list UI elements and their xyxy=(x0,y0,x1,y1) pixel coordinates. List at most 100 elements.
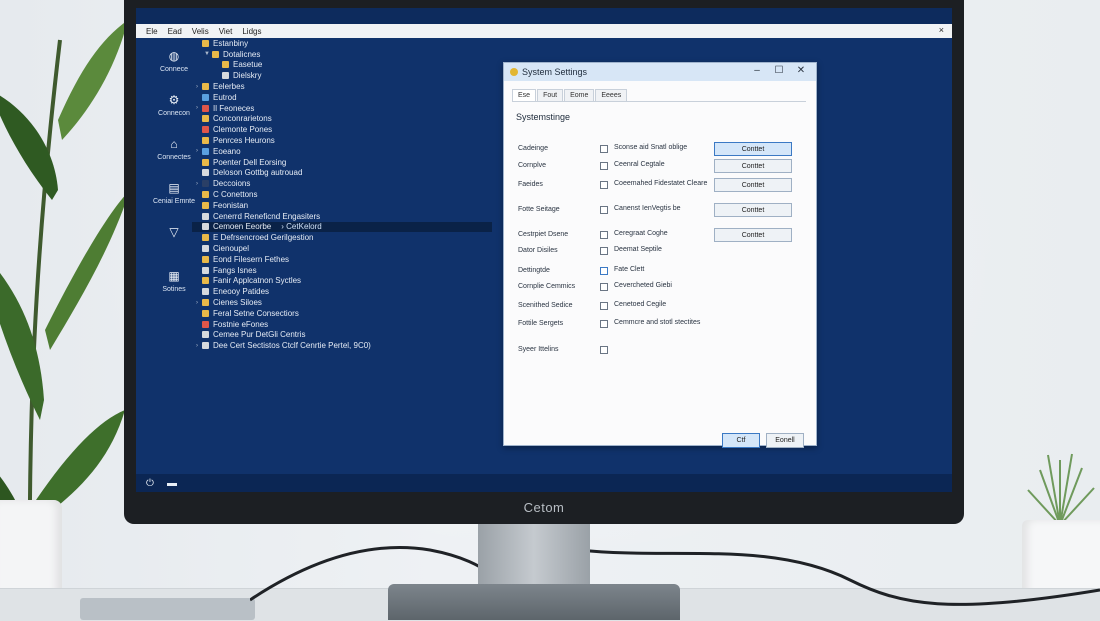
tree-item[interactable]: › Cienes Siloes xyxy=(192,297,492,308)
chevron-icon[interactable]: › xyxy=(192,181,202,187)
tree-item[interactable]: Clemonte Pones xyxy=(192,124,492,135)
grid-icon: ▦ xyxy=(168,269,180,283)
setting-checkbox[interactable] xyxy=(600,247,608,255)
tree-item-label: Dee Cert Sectistos Ctclf Cenrtie Pertel,… xyxy=(213,341,371,351)
tree-item[interactable]: Eond Filesern Fethes xyxy=(192,254,492,265)
tree-item[interactable]: Penrces Heurons xyxy=(192,135,492,146)
chevron-icon[interactable]: ▼ xyxy=(202,51,212,57)
chevron-icon[interactable]: › xyxy=(192,300,202,306)
setting-label: Scenithed Sedice xyxy=(518,302,573,309)
tree-item[interactable]: Cemee Pur DetGli Centris xyxy=(192,330,492,341)
setting-checkbox[interactable] xyxy=(600,346,608,354)
folder-icon xyxy=(202,169,209,177)
setting-label: Fottile Sergets xyxy=(518,320,564,327)
setting-checkbox[interactable] xyxy=(600,320,608,328)
chevron-icon[interactable]: › xyxy=(192,148,202,154)
tree-item[interactable]: Easetue xyxy=(192,60,492,71)
desktop-icon-label: Connectes xyxy=(157,154,191,161)
setting-checkbox[interactable] xyxy=(600,162,608,170)
setting-checkbox[interactable] xyxy=(600,145,608,153)
folder-icon xyxy=(202,147,209,155)
chevron-icon[interactable]: › xyxy=(192,343,202,349)
filter-icon: ▽ xyxy=(169,225,179,239)
folder-icon xyxy=(202,288,209,296)
settings-icon: ⚙ xyxy=(168,93,180,107)
tree-item[interactable]: Eutrod xyxy=(192,92,492,103)
tree-item[interactable]: › Deccoions xyxy=(192,178,492,189)
tree-item[interactable]: Cenerrd Reneficnd Engasiters xyxy=(192,211,492,222)
tree-item-label: Fanir Applcatnon Syctles xyxy=(213,276,302,286)
screen: Ele Ead Velis Viet Lidgs × ◍ Connece ⚙ Conn… xyxy=(136,8,952,492)
tree-item[interactable]: Cienoupel xyxy=(192,243,492,254)
app-icon xyxy=(510,68,518,76)
power-icon[interactable]: ⏻ xyxy=(144,477,156,489)
cactus-plant xyxy=(1027,453,1095,526)
menu-file[interactable]: Ele xyxy=(146,27,158,36)
cancel-button[interactable]: Eonell xyxy=(766,433,804,448)
setting-checkbox[interactable] xyxy=(600,302,608,310)
tab-3[interactable]: Eome xyxy=(564,89,595,101)
setting-option-text: Ceenral Cegtale xyxy=(614,161,665,168)
setting-checkbox[interactable] xyxy=(600,231,608,239)
setting-label: Cadeinge xyxy=(518,145,548,152)
setting-checkbox[interactable] xyxy=(600,181,608,189)
tree-item[interactable]: Deloson Gottbg autrouad xyxy=(192,168,492,179)
tree-item-label: Eond Filesern Fethes xyxy=(213,254,290,264)
tree-item[interactable]: Fanir Applcatnon Syctles xyxy=(192,276,492,287)
folder-icon xyxy=(202,126,209,134)
folder-icon xyxy=(202,158,209,166)
tree-item[interactable]: C Conettons xyxy=(192,189,492,200)
settings-dialog: System Settings – ☐ ✕ Ese Fout Eome Eeee… xyxy=(503,62,817,448)
tree-item[interactable]: Dielskry xyxy=(192,70,492,81)
minimize-icon[interactable]: – xyxy=(746,65,768,76)
dialog-tabs: Ese Fout Eome Eeees xyxy=(512,89,806,102)
folder-icon xyxy=(222,61,229,69)
menu-edit[interactable]: Ead xyxy=(168,27,182,36)
menu-view[interactable]: Velis xyxy=(192,27,209,36)
setting-action-button[interactable]: Conttet xyxy=(714,159,792,173)
maximize-icon[interactable]: ☐ xyxy=(768,65,790,76)
tree-item[interactable]: Conconrarietons xyxy=(192,114,492,125)
tree-item[interactable]: › Dee Cert Sectistos Ctclf Cenrtie Pertel… xyxy=(192,340,492,351)
tree-item[interactable]: › Eelerbes xyxy=(192,81,492,92)
tree-item[interactable]: › Eoeano xyxy=(192,146,492,157)
tree-item[interactable]: Fangs Isnes xyxy=(192,265,492,276)
tree-item-label: C Conettons xyxy=(213,190,258,200)
setting-action-button[interactable]: Conttet xyxy=(714,203,792,217)
tree-item[interactable]: Fostnie eFones xyxy=(192,319,492,330)
setting-checkbox[interactable] xyxy=(600,206,608,214)
tree-item[interactable]: Feonistan xyxy=(192,200,492,211)
tree-item[interactable]: Cemoen Eeorbe › CetKelord xyxy=(192,221,492,233)
setting-action-button[interactable]: Conttet xyxy=(714,228,792,242)
tree-item-label: Cienes Siloes xyxy=(213,298,262,308)
dialog-heading: Systemstinge xyxy=(516,112,571,122)
setting-checkbox[interactable] xyxy=(600,267,608,275)
tree-item[interactable]: E Defrsencroed Gerilgestion xyxy=(192,232,492,243)
folder-icon xyxy=(222,72,229,80)
network-icon: ⌂ xyxy=(170,137,178,151)
folder-icon xyxy=(202,331,209,339)
tree-item[interactable]: Poenter Dell Eorsing xyxy=(192,157,492,168)
chevron-icon[interactable]: › xyxy=(192,105,202,111)
tree-item[interactable]: Eneooy Patides xyxy=(192,286,492,297)
setting-checkbox[interactable] xyxy=(600,283,608,291)
close-icon[interactable]: × xyxy=(939,25,944,35)
setting-action-button[interactable]: Conttet xyxy=(714,142,792,156)
tab-4[interactable]: Eeees xyxy=(595,89,628,101)
tree-item[interactable]: › Il Feoneces xyxy=(192,103,492,114)
tree-item[interactable]: Estanbiny xyxy=(192,38,492,49)
menu-help[interactable]: Lidgs xyxy=(242,27,261,36)
tab-2[interactable]: Fout xyxy=(537,89,564,101)
tree-item[interactable]: ▼ Dotalicnes xyxy=(192,49,492,60)
chevron-icon[interactable]: › xyxy=(192,84,202,90)
ok-button[interactable]: Ctf xyxy=(722,433,760,448)
close-icon[interactable]: ✕ xyxy=(790,65,812,76)
setting-action-button[interactable]: Conttet xyxy=(714,178,792,192)
setting-label: Faeides xyxy=(518,181,543,188)
menu-window[interactable]: Viet xyxy=(219,27,233,36)
tree-item-label: Eneooy Patides xyxy=(213,287,270,297)
tab-1[interactable]: Ese xyxy=(512,89,537,101)
folder-icon[interactable]: ▬ xyxy=(166,477,178,489)
tree-item[interactable]: Feral Setne Consectiors xyxy=(192,308,492,319)
desktop-icon-label: Sotines xyxy=(162,286,186,293)
